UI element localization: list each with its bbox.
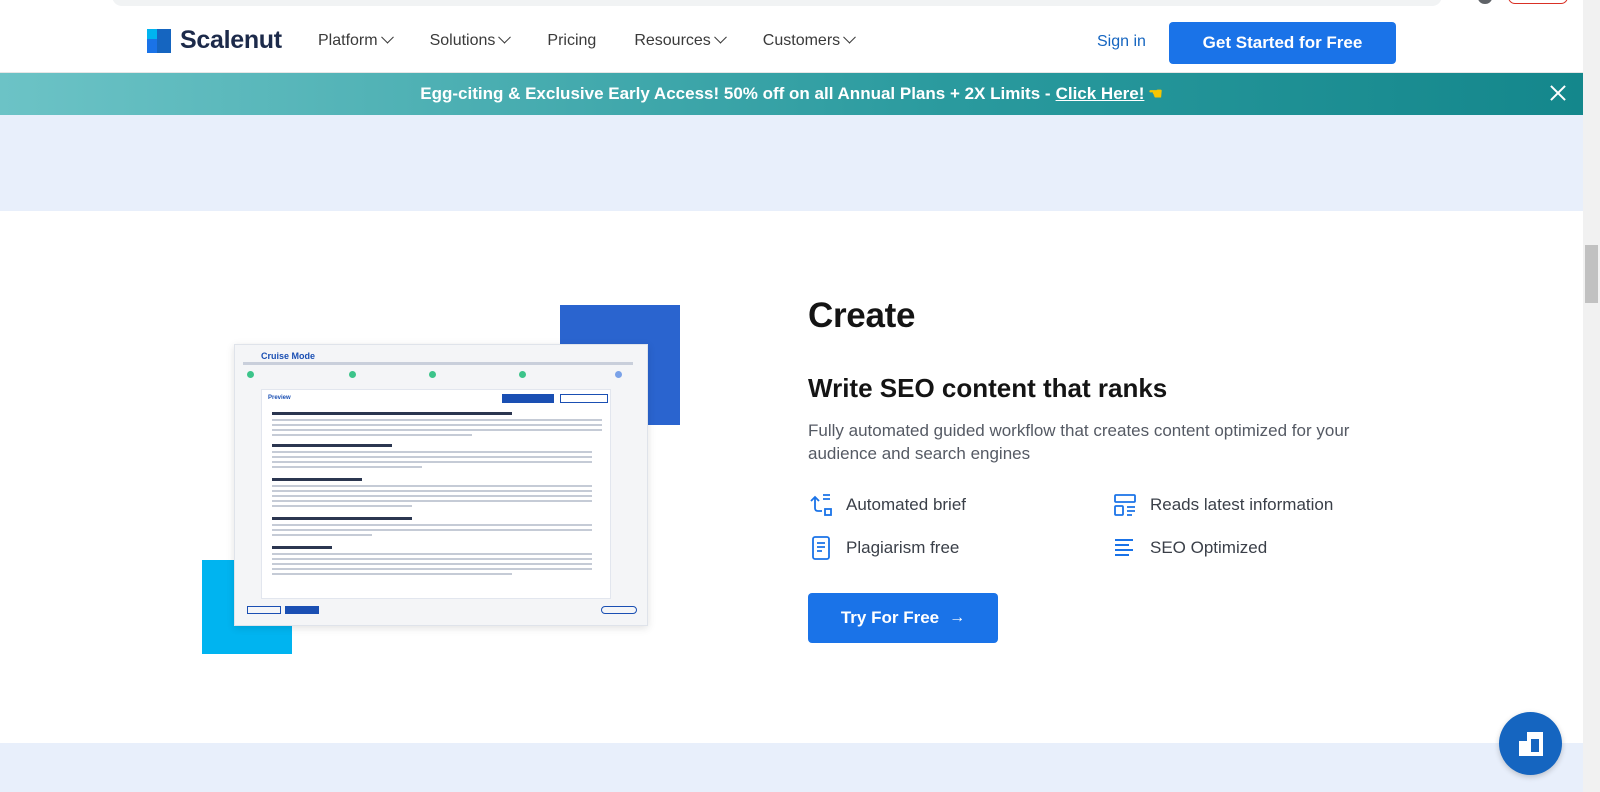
section-band-bottom [0,743,1583,792]
promo-link[interactable]: Click Here! [1056,84,1145,104]
address-bar[interactable] [112,0,1442,6]
screenshot-steps [243,371,641,379]
text-lines-icon [1115,539,1133,556]
chat-widget-button[interactable] [1499,712,1562,775]
chat-logo-icon [1518,731,1543,756]
try-for-free-button[interactable]: Try For Free → [808,593,998,643]
layout-icon [1114,494,1136,516]
browser-action-button[interactable] [1508,0,1568,4]
page: Scalenut Platform Solutions Pricing Reso… [0,0,1600,792]
menu-item-pricing[interactable]: Pricing [547,32,596,50]
section-description: Fully automated guided workflow that cre… [808,421,1350,463]
promo-banner: Egg-citing & Exclusive Early Access! 50%… [0,73,1583,115]
scrollbar[interactable] [1583,0,1600,792]
chevron-down-icon [843,30,857,44]
feature-seo-optimized: SEO Optimized [1112,535,1267,561]
screenshot-preview-label: Preview [268,395,291,401]
menu-item-resources[interactable]: Resources [634,30,727,50]
promo-text: Egg-citing & Exclusive Early Access! 50%… [420,84,1051,103]
section-band-top [0,115,1583,211]
chevron-down-icon [380,30,394,44]
arrow-right-icon: → [949,609,966,626]
get-started-button[interactable]: Get Started for Free [1169,22,1396,64]
main-menu: Platform Solutions Pricing Resources Cus… [318,30,892,50]
document-icon [812,536,830,560]
close-icon[interactable] [1549,84,1567,102]
browser-toolbar-remnant [0,0,1583,10]
pointing-hand-icon: ☚ [1148,86,1163,103]
menu-item-solutions[interactable]: Solutions [430,30,512,50]
logo[interactable]: Scalenut [147,26,282,55]
scrollbar-thumb[interactable] [1585,245,1598,303]
product-illustration: Cruise Mode Preview [200,304,680,654]
sign-in-link[interactable]: Sign in [1097,33,1146,51]
screenshot-document: Preview [261,389,611,599]
section-title: Create [808,296,916,335]
automation-icon [810,494,832,516]
scalenut-logo-icon [147,28,171,53]
feature-automated-brief: Automated brief [808,492,966,518]
feature-plagiarism-free: Plagiarism free [808,535,959,561]
chevron-down-icon [713,30,727,44]
app-screenshot: Cruise Mode Preview [234,344,648,626]
chevron-down-icon [498,30,512,44]
feature-reads-latest: Reads latest information [1112,492,1333,518]
profile-icon[interactable] [1478,0,1492,4]
menu-item-platform[interactable]: Platform [318,30,394,50]
menu-item-customers[interactable]: Customers [763,30,857,50]
section-subheading: Write SEO content that ranks [808,373,1168,403]
logo-text: Scalenut [180,26,282,54]
screenshot-title: Cruise Mode [261,351,316,361]
site-header: Scalenut Platform Solutions Pricing Reso… [0,10,1583,73]
